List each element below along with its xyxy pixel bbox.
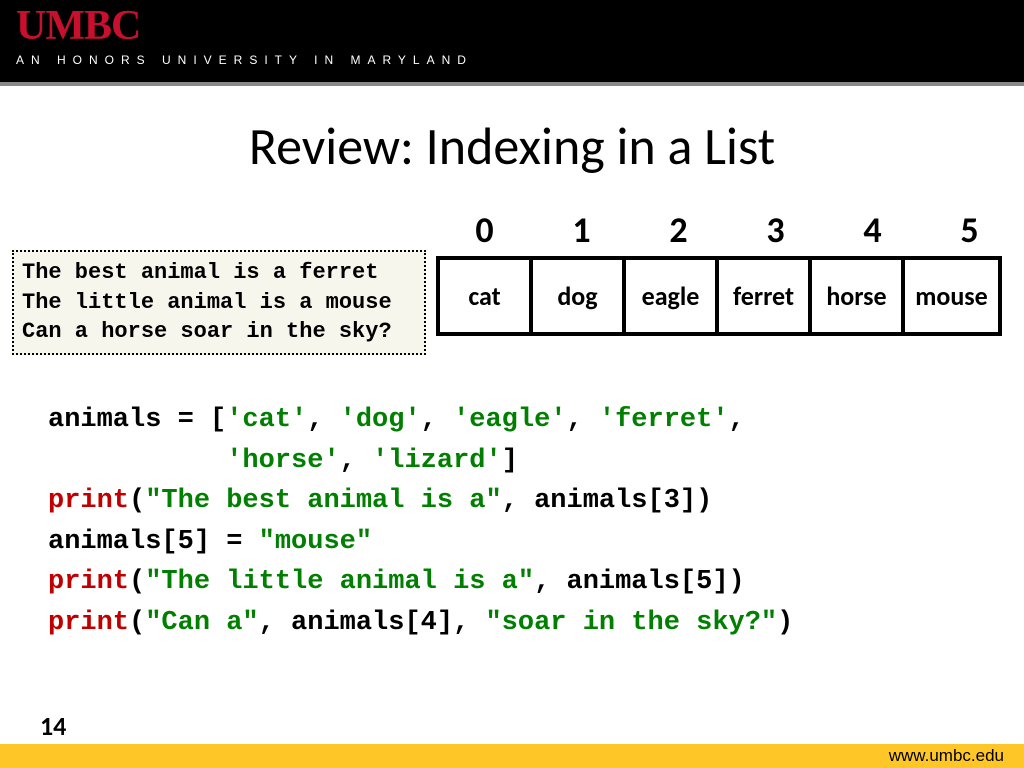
output-line: Can a horse soar in the sky? bbox=[22, 317, 416, 347]
output-box: The best animal is a ferret The little a… bbox=[12, 250, 426, 355]
umbc-logo: UMBC bbox=[16, 2, 140, 50]
umbc-tagline: AN HONORS UNIVERSITY IN MARYLAND bbox=[16, 53, 473, 67]
footer-bar: www.umbc.edu bbox=[0, 744, 1024, 768]
code-line: print("The best animal is a", animals[3]… bbox=[48, 481, 793, 522]
code-line: print("Can a", animals[4], "soar in the … bbox=[48, 603, 793, 644]
index-label: 2 bbox=[630, 208, 727, 252]
array-row: cat dog eagle ferret horse mouse bbox=[436, 256, 1002, 336]
array-cell: eagle bbox=[626, 260, 719, 332]
code-block: animals = ['cat', 'dog', 'eagle', 'ferre… bbox=[48, 400, 793, 643]
code-line: animals[5] = "mouse" bbox=[48, 522, 793, 563]
footer-url: www.umbc.edu bbox=[889, 746, 1004, 766]
output-line: The little animal is a mouse bbox=[22, 288, 416, 318]
index-label: 1 bbox=[533, 208, 630, 252]
index-label: 0 bbox=[436, 208, 533, 252]
index-label: 4 bbox=[824, 208, 921, 252]
code-line: animals = ['cat', 'dog', 'eagle', 'ferre… bbox=[48, 400, 793, 441]
index-label: 3 bbox=[727, 208, 824, 252]
array-cell: dog bbox=[533, 260, 626, 332]
page-number: 14 bbox=[40, 710, 66, 742]
header-divider bbox=[0, 82, 1024, 86]
array-cell: ferret bbox=[719, 260, 812, 332]
index-label: 5 bbox=[921, 208, 1018, 252]
code-line: 'horse', 'lizard'] bbox=[48, 441, 793, 482]
array-cell: mouse bbox=[905, 260, 998, 332]
array-cell: cat bbox=[440, 260, 533, 332]
index-row: 0 1 2 3 4 5 bbox=[436, 208, 1018, 252]
array-cell: horse bbox=[812, 260, 905, 332]
slide-header: UMBC AN HONORS UNIVERSITY IN MARYLAND bbox=[0, 0, 1024, 82]
diagram-area: The best animal is a ferret The little a… bbox=[0, 208, 1024, 358]
slide-title: Review: Indexing in a List bbox=[0, 114, 1024, 178]
code-line: print("The little animal is a", animals[… bbox=[48, 562, 793, 603]
output-line: The best animal is a ferret bbox=[22, 258, 416, 288]
